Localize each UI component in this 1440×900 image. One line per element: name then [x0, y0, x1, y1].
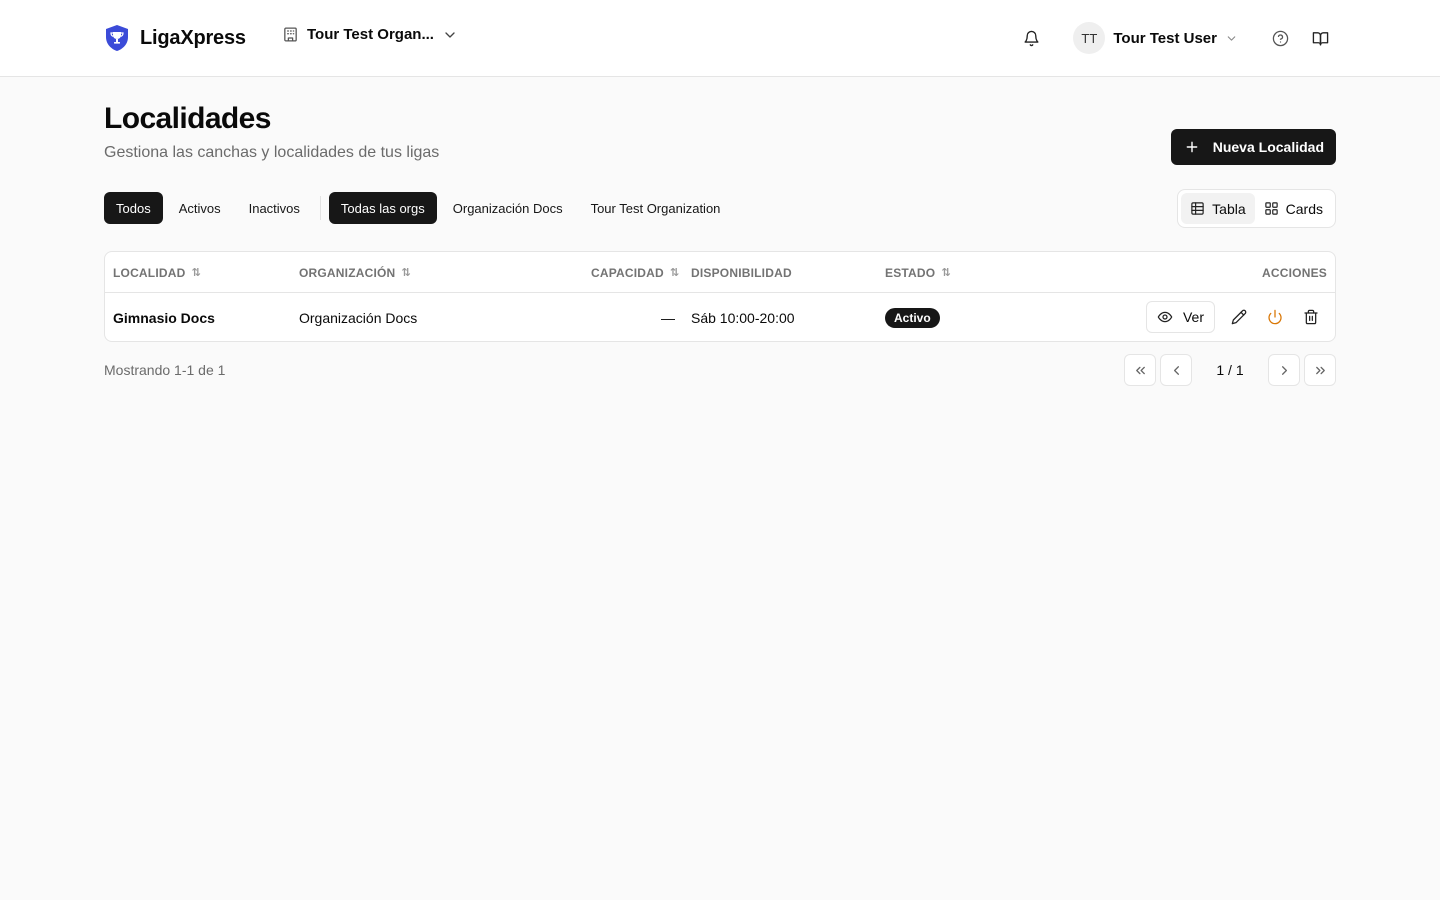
power-icon	[1268, 309, 1282, 325]
header-actions: TT Tour Test User	[1015, 22, 1336, 54]
filter-status-inactivos[interactable]: Inactivos	[237, 192, 312, 224]
cell-disponibilidad: Sáb 10:00-20:00	[691, 309, 795, 326]
column-label: ACCIONES	[1262, 265, 1327, 280]
page-subtitle: Gestiona las canchas y localidades de tu…	[104, 144, 440, 161]
shield-trophy-logo-icon	[106, 25, 128, 51]
last-page-button[interactable]	[1304, 354, 1336, 386]
docs-button[interactable]	[1304, 22, 1336, 54]
view-table-label: Tabla	[1212, 200, 1246, 217]
top-bar: LigaXpress Tour Test Organ... TT Tour Te…	[0, 0, 1440, 77]
chevron-right-icon	[1281, 365, 1287, 375]
pencil-icon	[1231, 309, 1247, 325]
view-button[interactable]: Ver	[1145, 301, 1215, 333]
cell-capacidad: —	[661, 309, 675, 326]
chevron-down-icon	[445, 31, 455, 38]
prev-page-button[interactable]	[1160, 354, 1192, 386]
filter-org-todas[interactable]: Todas las orgs	[328, 192, 437, 224]
org-selector[interactable]: Tour Test Organ...	[282, 26, 458, 43]
trash-icon	[1304, 309, 1318, 325]
column-label: ORGANIZACIÓN	[299, 265, 396, 280]
view-button-label: Ver	[1182, 309, 1204, 325]
avatar: TT	[1073, 22, 1106, 54]
next-page-button[interactable]	[1268, 354, 1300, 386]
table-header: LOCALIDAD ⇅ ORGANIZACIÓN ⇅ CAPACIDAD ⇅ D…	[105, 252, 1335, 293]
cell-organizacion: Organización Docs	[299, 309, 418, 326]
column-localidad[interactable]: LOCALIDAD ⇅	[113, 252, 201, 293]
column-estado[interactable]: ESTADO ⇅	[885, 252, 951, 293]
user-menu[interactable]: TT Tour Test User	[1073, 22, 1238, 54]
view-cards-button[interactable]: Cards	[1255, 193, 1332, 224]
grid-icon	[1264, 202, 1278, 215]
sort-icon: ⇅	[401, 267, 411, 279]
column-capacidad[interactable]: CAPACIDAD ⇅	[591, 252, 679, 293]
view-toggle: Tabla Cards	[1177, 189, 1336, 228]
brand[interactable]: LigaXpress	[104, 24, 246, 52]
cell-localidad: Gimnasio Docs	[113, 309, 215, 326]
filter-status-todos[interactable]: Todos	[104, 192, 163, 224]
page-title: Localidades	[104, 102, 271, 135]
filter-status-activos[interactable]: Activos	[167, 192, 233, 224]
table-row: Gimnasio Docs Organización Docs — Sáb 10…	[105, 293, 1335, 341]
table-icon	[1191, 202, 1204, 215]
column-label: DISPONIBILIDAD	[691, 265, 792, 280]
chevrons-left-icon	[1135, 366, 1145, 374]
bell-icon	[1024, 30, 1039, 46]
sort-icon: ⇅	[191, 267, 201, 279]
column-organizacion[interactable]: ORGANIZACIÓN ⇅	[299, 252, 411, 293]
row-actions: Ver	[1145, 301, 1327, 333]
column-label: ESTADO	[885, 265, 936, 280]
brand-name: LigaXpress	[140, 26, 246, 49]
view-table-button[interactable]: Tabla	[1181, 193, 1255, 224]
chevrons-right-icon	[1315, 366, 1325, 374]
column-disponibilidad: DISPONIBILIDAD	[691, 252, 792, 293]
page-indicator: 1 / 1	[1216, 362, 1244, 378]
filter-org-tour-test[interactable]: Tour Test Organization	[579, 192, 733, 224]
edit-button[interactable]	[1223, 301, 1255, 333]
view-cards-label: Cards	[1285, 200, 1323, 217]
chevron-down-icon	[1227, 35, 1236, 41]
help-button[interactable]	[1264, 22, 1296, 54]
eye-icon	[1157, 311, 1173, 323]
column-acciones: ACCIONES	[1262, 252, 1327, 293]
filter-org-docs[interactable]: Organización Docs	[441, 192, 575, 224]
first-page-button[interactable]	[1124, 354, 1156, 386]
new-location-label: Nueva Localidad	[1212, 139, 1324, 155]
notifications-button[interactable]	[1015, 22, 1047, 54]
toggle-active-button[interactable]	[1259, 301, 1291, 333]
cell-estado: Activo	[885, 293, 940, 341]
chevron-left-icon	[1173, 365, 1179, 375]
filter-divider	[319, 196, 321, 220]
new-location-button[interactable]: Nueva Localidad	[1170, 129, 1336, 165]
building-icon	[284, 27, 297, 42]
sort-icon: ⇅	[941, 267, 951, 279]
results-count: Mostrando 1-1 de 1	[104, 362, 226, 378]
plus-icon	[1186, 141, 1198, 153]
column-label: CAPACIDAD	[591, 265, 664, 280]
status-badge: Activo	[885, 307, 940, 328]
user-name: Tour Test User	[1113, 29, 1217, 47]
book-open-icon	[1312, 31, 1328, 46]
help-circle-icon	[1272, 30, 1288, 46]
org-selector-label: Tour Test Organ...	[307, 26, 434, 43]
sort-icon: ⇅	[669, 267, 680, 279]
delete-button[interactable]	[1295, 301, 1327, 333]
pagination: 1 / 1	[1124, 354, 1336, 386]
column-label: LOCALIDAD	[113, 265, 186, 280]
locations-table: LOCALIDAD ⇅ ORGANIZACIÓN ⇅ CAPACIDAD ⇅ D…	[104, 251, 1336, 342]
filter-bar: Todos Activos Inactivos Todas las orgs O…	[104, 192, 732, 224]
